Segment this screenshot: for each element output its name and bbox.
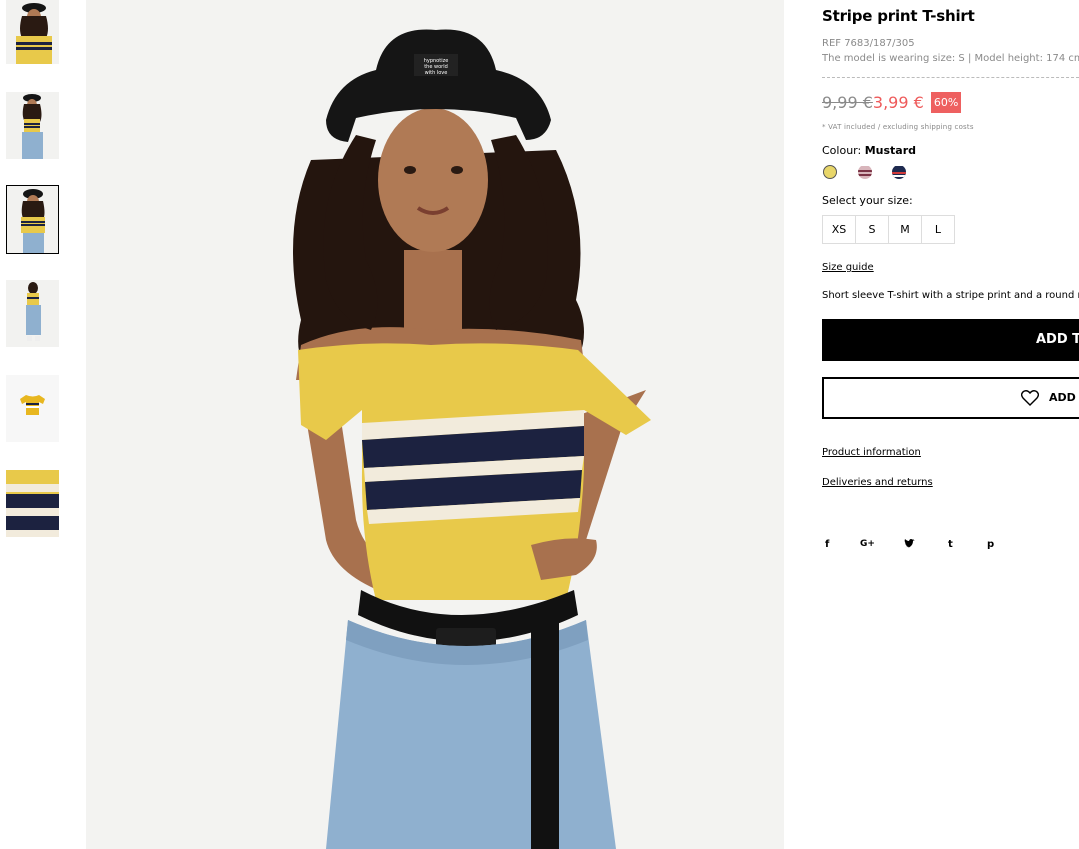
swatch-pink-stripe-pattern (858, 166, 872, 179)
add-to-wishlist-label: ADD TO WISHLIST (1049, 391, 1079, 404)
twitter-icon[interactable] (904, 539, 915, 552)
product-title: Stripe print T-shirt (822, 7, 975, 25)
main-product-image[interactable]: hypnotize the world with love (86, 0, 784, 849)
hat-label-line-3: with love (425, 70, 448, 76)
old-price: 9,99 € (822, 93, 873, 112)
pinterest-icon[interactable]: p (987, 539, 994, 550)
swatch-navy-stripe[interactable] (892, 165, 906, 179)
selected-colour-name: Mustard (864, 144, 917, 157)
thumbnail-4[interactable] (6, 280, 59, 347)
thumbnail-image (6, 0, 59, 64)
add-to-wishlist-button[interactable]: ADD TO WISHLIST (822, 377, 1079, 419)
model-info: The model is wearing size: S | Model hei… (822, 53, 1079, 64)
facebook-icon[interactable]: f (825, 539, 829, 550)
product-information-link[interactable]: Product information (822, 447, 921, 458)
tumblr-icon[interactable]: t (948, 539, 953, 550)
google-plus-icon[interactable]: G+ (860, 539, 875, 549)
sale-price: 3,99 € (872, 93, 924, 112)
size-label: Select your size: (822, 194, 913, 207)
thumbnail-5[interactable] (6, 375, 59, 442)
swatch-pink-stripe[interactable] (858, 165, 872, 179)
colour-label: Colour: Mustard (822, 144, 916, 157)
vat-note: * VAT included / excluding shipping cost… (822, 123, 974, 131)
thumbnail-1[interactable] (6, 0, 59, 64)
thumbnail-strip (0, 0, 70, 849)
price-row: 9,99 €3,99 € 60% (822, 92, 962, 116)
size-guide-link[interactable]: Size guide (822, 262, 874, 273)
thumbnail-6[interactable] (6, 470, 59, 537)
deliveries-returns-link[interactable]: Deliveries and returns (822, 477, 933, 488)
size-s-button[interactable]: S (855, 215, 889, 244)
product-description: Short sleeve T-shirt with a stripe print… (822, 290, 1079, 301)
thumbnail-image (7, 186, 58, 253)
heart-icon (1020, 390, 1040, 410)
product-details-panel: Stripe print T-shirt REF 7683/187/305 Th… (822, 0, 1079, 849)
size-xs-button[interactable]: XS (822, 215, 856, 244)
size-m-button[interactable]: M (888, 215, 922, 244)
add-to-bag-button[interactable]: ADD TO BAG (822, 319, 1079, 361)
product-reference: REF 7683/187/305 (822, 38, 915, 49)
thumbnail-image (6, 470, 59, 537)
thumbnail-2[interactable] (6, 92, 59, 159)
swatch-navy-stripe-pattern (892, 166, 906, 179)
divider (822, 77, 1079, 78)
thumbnail-image (6, 92, 59, 159)
thumbnail-image (6, 375, 59, 442)
add-to-bag-label: ADD TO BAG (1036, 332, 1079, 347)
swatch-mustard[interactable] (823, 165, 837, 179)
thumbnail-image (6, 280, 59, 347)
model-photo: hypnotize the world with love (86, 0, 784, 849)
thumbnail-3[interactable] (6, 185, 59, 254)
discount-badge: 60% (930, 92, 962, 113)
colour-label-text: Colour: (822, 144, 862, 157)
size-l-button[interactable]: L (921, 215, 955, 244)
size-selector: XS S M L (822, 215, 955, 244)
